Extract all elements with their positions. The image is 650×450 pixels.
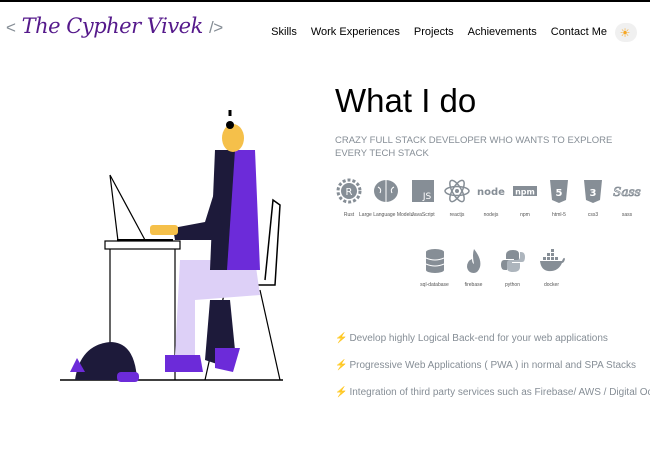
skill-nodejs: node nodejs bbox=[477, 175, 505, 218]
developer-illustration bbox=[60, 110, 283, 382]
docker-icon bbox=[539, 249, 565, 272]
skill-sass: Sass sass bbox=[613, 175, 641, 218]
database-icon bbox=[425, 249, 444, 273]
sass-icon: Sass bbox=[613, 185, 641, 200]
svg-text:R: R bbox=[346, 187, 353, 198]
list-item: ⚡ Integration of third party services suc… bbox=[335, 387, 650, 398]
svg-text:Sass: Sass bbox=[613, 185, 641, 199]
skill-css3: 3 css3 bbox=[579, 175, 607, 218]
brain-icon bbox=[374, 180, 398, 202]
skill-llm: Large Language Models bbox=[359, 175, 413, 218]
skills-row-2: sql-database firebase python docker bbox=[418, 245, 568, 288]
python-icon bbox=[500, 250, 525, 272]
sun-icon: ☀ bbox=[619, 26, 631, 40]
nav-projects[interactable]: Projects bbox=[414, 26, 454, 38]
css3-icon: 3 bbox=[584, 180, 602, 203]
svg-text:node: node bbox=[477, 187, 505, 198]
site-logo[interactable]: < The Cypher Vivek /> bbox=[6, 14, 223, 38]
skill-npm: npm npm bbox=[511, 175, 539, 218]
nav-skills[interactable]: Skills bbox=[271, 26, 297, 38]
skill-react: reactjs bbox=[443, 175, 471, 218]
skill-html5: 5 html-5 bbox=[545, 175, 573, 218]
skill-python: python bbox=[496, 245, 529, 288]
svg-text:5: 5 bbox=[556, 188, 563, 199]
lightning-icon: ⚡ bbox=[335, 387, 348, 398]
skill-docker: docker bbox=[535, 245, 568, 288]
list-item: ⚡ Develop highly Logical Back-end for you… bbox=[335, 333, 608, 344]
nav-achievements[interactable]: Achievements bbox=[468, 26, 537, 38]
section-title: What I do bbox=[335, 82, 477, 119]
javascript-icon: JS bbox=[412, 180, 434, 202]
top-border bbox=[0, 0, 650, 2]
lightning-icon: ⚡ bbox=[335, 360, 348, 371]
svg-text:3: 3 bbox=[590, 188, 597, 199]
firebase-icon bbox=[466, 249, 480, 273]
react-icon bbox=[444, 179, 470, 203]
svg-text:JS: JS bbox=[422, 192, 432, 202]
skill-javascript: JS JavaScript bbox=[409, 175, 437, 218]
html5-icon: 5 bbox=[550, 180, 568, 203]
lightning-icon: ⚡ bbox=[335, 333, 348, 344]
main-nav: Skills Work Experiences Projects Achieve… bbox=[271, 26, 607, 38]
theme-toggle[interactable]: ☀ bbox=[615, 23, 637, 42]
logo-text: The Cypher Vivek bbox=[21, 14, 204, 38]
logo-close-bracket: /> bbox=[209, 18, 223, 37]
skills-row-1: R Rust Large Language Models JS JavaScri… bbox=[335, 175, 641, 218]
nav-work-experiences[interactable]: Work Experiences bbox=[311, 26, 400, 38]
nodejs-icon: node bbox=[477, 187, 505, 198]
skill-sql-database: sql-database bbox=[418, 245, 451, 288]
skill-firebase: firebase bbox=[457, 245, 490, 288]
nav-contact-me[interactable]: Contact Me bbox=[551, 26, 607, 38]
rust-icon: R bbox=[336, 178, 362, 204]
list-item: ⚡ Progressive Web Applications ( PWA ) in… bbox=[335, 360, 637, 371]
svg-text:npm: npm bbox=[515, 188, 535, 197]
services-list: ⚡ Develop highly Logical Back-end for you… bbox=[335, 333, 650, 414]
npm-icon: npm bbox=[513, 186, 537, 197]
logo-open-bracket: < bbox=[6, 18, 16, 37]
section-subtitle: CRAZY FULL STACK DEVELOPER WHO WANTS TO … bbox=[335, 135, 613, 159]
